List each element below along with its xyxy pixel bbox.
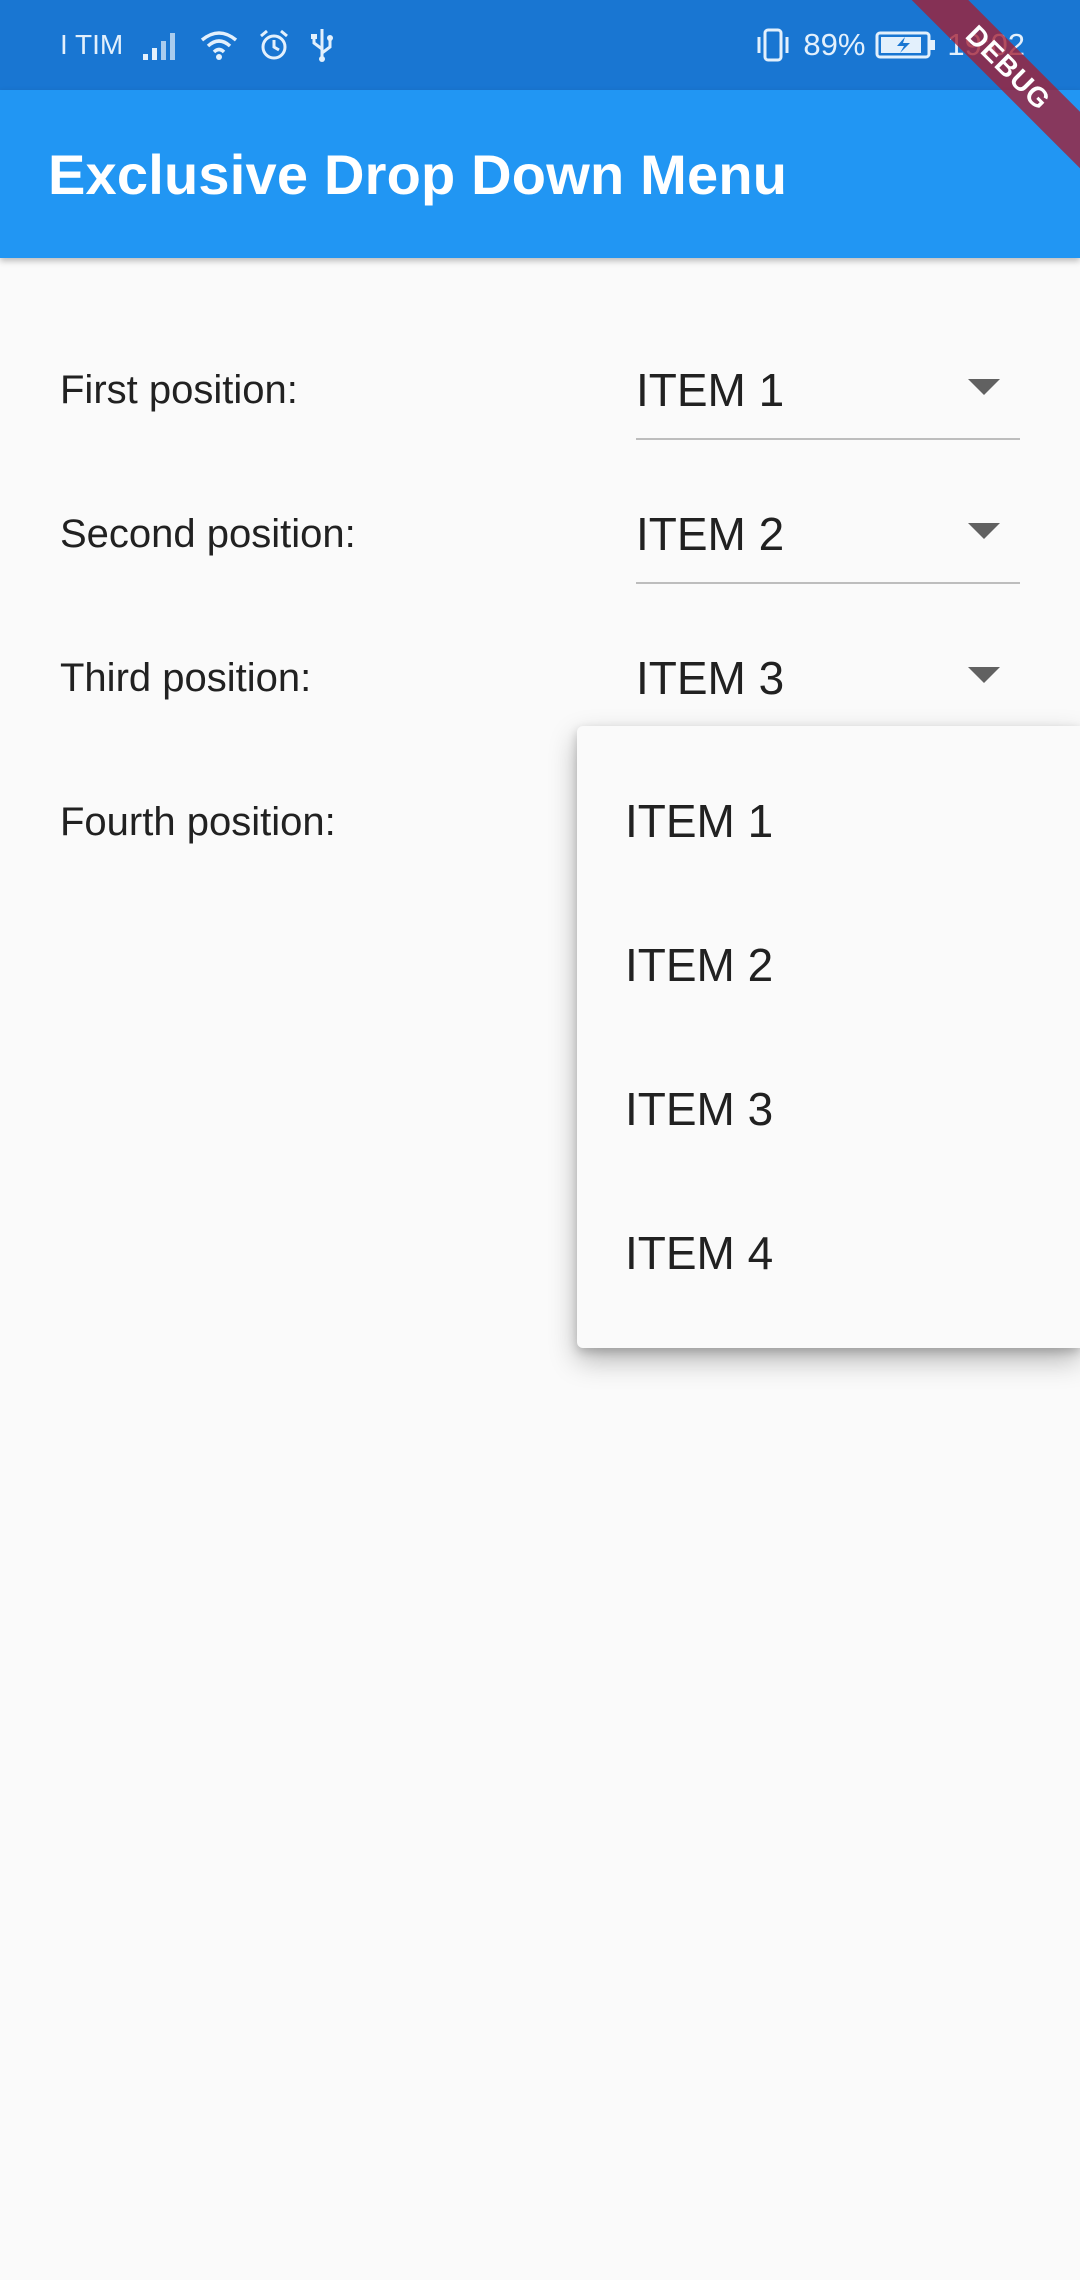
- wifi-icon: [199, 28, 239, 62]
- carrier-label: I TIM: [60, 29, 124, 60]
- position-label: Second position:: [60, 511, 356, 556]
- vibrate-icon: [753, 27, 793, 63]
- dropdown-selected-value: ITEM 1: [636, 364, 785, 416]
- battery-charging-icon: [875, 28, 937, 62]
- menu-item-item-1[interactable]: ITEM 1: [577, 749, 1080, 893]
- dropdown-arrow-icon: [968, 667, 1000, 683]
- signal-icon: [141, 28, 181, 62]
- position-dropdown-third[interactable]: ITEM 3: [636, 630, 1020, 728]
- position-dropdown-first[interactable]: ITEM 1: [636, 342, 1020, 440]
- dropdown-selected-value: ITEM 3: [636, 652, 785, 704]
- dropdown-selected-value: ITEM 2: [636, 508, 785, 560]
- status-right: 89% 19:02: [753, 0, 1025, 90]
- position-dropdown-second[interactable]: ITEM 2: [636, 486, 1020, 584]
- menu-item-label: ITEM 2: [625, 939, 774, 991]
- position-row-second: Second position: ITEM 2: [0, 462, 1080, 606]
- app-bar: Exclusive Drop Down Menu: [0, 90, 1080, 258]
- position-label: Fourth position:: [60, 799, 336, 844]
- status-left: I TIM: [60, 0, 335, 90]
- menu-item-label: ITEM 3: [625, 1083, 774, 1135]
- menu-item-item-2[interactable]: ITEM 2: [577, 893, 1080, 1037]
- menu-item-item-3[interactable]: ITEM 3: [577, 1037, 1080, 1181]
- position-row-first: First position: ITEM 1: [0, 318, 1080, 462]
- position-label: First position:: [60, 367, 298, 412]
- menu-item-item-4[interactable]: ITEM 4: [577, 1181, 1080, 1325]
- menu-item-label: ITEM 1: [625, 795, 774, 847]
- status-bar: I TIM 89% 19:02: [0, 0, 1080, 90]
- clock-time: 19:02: [947, 27, 1025, 62]
- menu-item-label: ITEM 4: [625, 1227, 774, 1279]
- battery-percent: 89%: [803, 27, 866, 62]
- dropdown-menu: ITEM 1 ITEM 2 ITEM 3 ITEM 4: [577, 726, 1080, 1348]
- position-label: Third position:: [60, 655, 312, 700]
- usb-icon: [309, 27, 335, 63]
- alarm-icon: [257, 28, 291, 62]
- page-title: Exclusive Drop Down Menu: [48, 142, 788, 206]
- dropdown-arrow-icon: [968, 523, 1000, 539]
- dropdown-arrow-icon: [968, 379, 1000, 395]
